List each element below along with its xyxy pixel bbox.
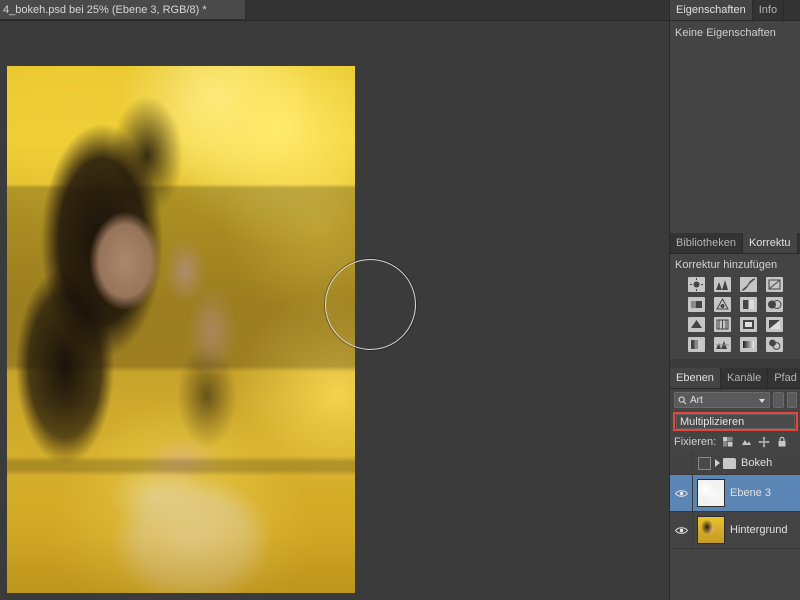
- lock-row: Fixieren:: [670, 431, 800, 452]
- gradient-map-icon[interactable]: [740, 337, 757, 352]
- tab-bibliotheken[interactable]: Bibliotheken: [670, 233, 743, 253]
- properties-tab-bar: Eigenschaften Info: [670, 0, 800, 21]
- layer-row-ebene-3[interactable]: Ebene 3: [670, 475, 800, 512]
- adjustments-row-2: [670, 295, 800, 315]
- properties-empty-message: Keine Eigenschaften: [675, 27, 776, 39]
- tab-kanaele[interactable]: Kanäle: [720, 368, 769, 388]
- brightness-contrast-icon[interactable]: [688, 277, 705, 292]
- tab-korrekturen[interactable]: Korrektu: [742, 233, 798, 253]
- adjustments-row-4: [670, 335, 800, 355]
- tab-eigenschaften[interactable]: Eigenschaften: [670, 0, 753, 20]
- panel-dock: Eigenschaften Info Keine Eigenschaften B…: [669, 0, 800, 600]
- layer-name-hintergrund: Hintergrund: [730, 524, 788, 536]
- lock-transparency-icon[interactable]: [722, 436, 734, 448]
- layer-visibility-toggle-ebene-3[interactable]: [670, 475, 693, 511]
- layer-name-bokeh: Bokeh: [741, 457, 773, 469]
- adjustments-row-1: [670, 275, 800, 295]
- layer-filter-type-select[interactable]: Art: [674, 392, 770, 408]
- filter-power-button[interactable]: [786, 392, 797, 408]
- layer-filter-type-label: Art: [690, 394, 703, 406]
- layers-tab-bar: Ebenen Kanäle Pfad: [670, 368, 800, 389]
- black-white-icon[interactable]: [766, 297, 783, 312]
- properties-panel-body: Keine Eigenschaften: [670, 21, 800, 233]
- brush-cursor: [325, 259, 416, 350]
- image-multiply-bands: [7, 66, 355, 593]
- search-icon: [678, 396, 687, 404]
- adjustments-tab-bar: Bibliotheken Korrektu: [670, 233, 800, 254]
- eye-icon: [674, 526, 688, 534]
- posterize-icon[interactable]: [688, 337, 705, 352]
- layer-name-ebene-3: Ebene 3: [730, 487, 771, 499]
- lock-label: Fixieren:: [674, 436, 717, 448]
- layer-row-bokeh-group[interactable]: Bokeh: [670, 452, 800, 475]
- adjustments-title: Korrektur hinzufügen: [675, 259, 778, 271]
- canvas-image[interactable]: [7, 66, 355, 593]
- folder-icon: [723, 457, 736, 469]
- color-lookup-icon[interactable]: [740, 317, 757, 332]
- layer-filter-row: Art: [670, 389, 800, 410]
- exposure-icon[interactable]: [766, 277, 783, 292]
- chevron-down-icon: [759, 399, 765, 403]
- layer-checkbox-bokeh[interactable]: [698, 456, 711, 470]
- adjustments-row-3: [670, 315, 800, 335]
- eye-icon: [674, 489, 688, 497]
- photo-filter-icon[interactable]: [688, 317, 705, 332]
- hue-saturation-icon[interactable]: [714, 297, 731, 312]
- document-window: 4_bokeh.psd bei 25% (Ebene 3, RGB/8) *: [0, 0, 669, 600]
- lock-image-icon[interactable]: [740, 436, 752, 448]
- color-balance-icon[interactable]: [740, 297, 757, 312]
- chevron-right-icon[interactable]: [715, 459, 720, 467]
- canvas-area[interactable]: [0, 21, 669, 600]
- layer-visibility-toggle-hintergrund[interactable]: [670, 512, 693, 548]
- channel-mixer-icon[interactable]: [714, 317, 731, 332]
- lock-all-icon[interactable]: [776, 436, 788, 448]
- filter-toggle-button[interactable]: [773, 392, 784, 408]
- blend-mode-row: Multiplizieren: [673, 412, 798, 431]
- curves-icon[interactable]: [740, 277, 757, 292]
- layer-thumbnail-hintergrund[interactable]: [697, 516, 725, 544]
- blend-mode-select[interactable]: Multiplizieren: [676, 414, 795, 429]
- selective-color-icon[interactable]: [766, 337, 783, 352]
- vibrance-icon[interactable]: [688, 297, 705, 312]
- invert-icon[interactable]: [766, 317, 783, 332]
- levels-icon[interactable]: [714, 277, 731, 292]
- adjustments-panel-body: Korrektur hinzufügen: [670, 254, 800, 359]
- tab-info[interactable]: Info: [752, 0, 785, 20]
- layer-thumbnail-ebene-3[interactable]: [697, 479, 725, 507]
- lock-position-icon[interactable]: [758, 436, 770, 448]
- layers-panel: Ebenen Kanäle Pfad Art Multiplizieren Fi…: [670, 368, 800, 600]
- threshold-icon[interactable]: [714, 337, 731, 352]
- tab-pfade[interactable]: Pfad: [768, 368, 800, 388]
- layer-row-hintergrund[interactable]: Hintergrund: [670, 512, 800, 549]
- document-tab[interactable]: 4_bokeh.psd bei 25% (Ebene 3, RGB/8) *: [0, 0, 246, 20]
- layer-visibility-toggle-bokeh[interactable]: [670, 452, 693, 474]
- tab-ebenen[interactable]: Ebenen: [670, 368, 721, 388]
